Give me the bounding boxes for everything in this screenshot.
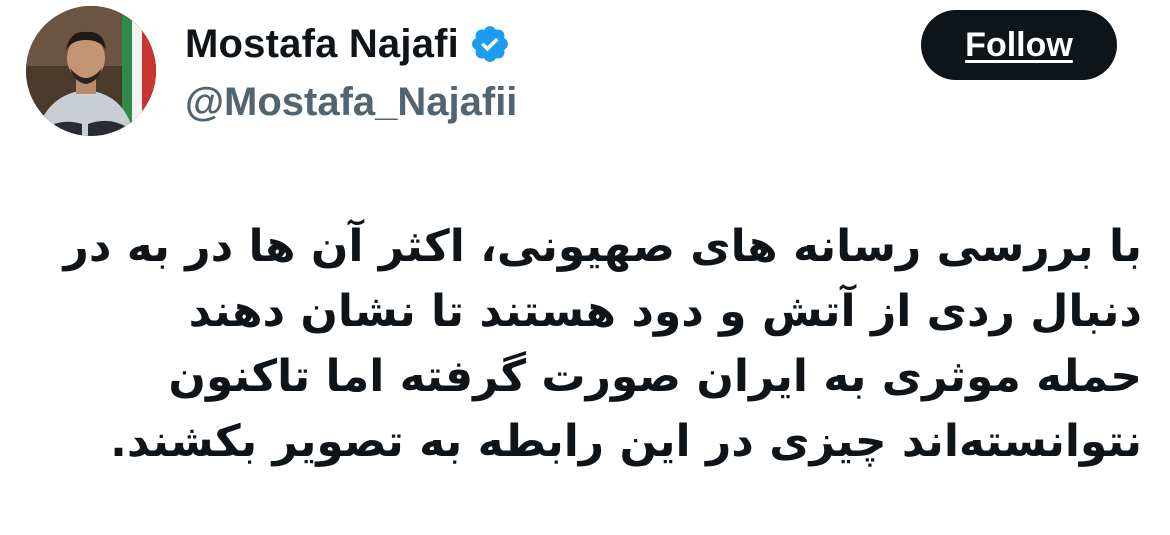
tweet-text-line: دنبال ردی از آتش و دود هستند تا نشان دهن… [188,286,1142,337]
author-handle[interactable]: @Mostafa_Najafii [185,74,517,130]
follow-button[interactable]: Follow [921,10,1117,80]
tweet-text-line: نتوانسته‌اند چیزی در این رابطه به تصویر … [110,416,1142,467]
tweet-text-line: حمله موثری به ایران صورت گرفته اما تاکنو… [168,351,1142,402]
author-name-row: Mostafa Najafi [185,16,517,72]
tweet-text: با بررسی رسانه های صهیونی، اکثر آن ها در… [60,214,1142,474]
author-identity: Mostafa Najafi @Mostafa_Najafii [185,16,517,130]
tweet-text-line: با بررسی رسانه های صهیونی، اکثر آن ها در… [63,221,1142,272]
tweet-card: Mostafa Najafi @Mostafa_Najafii Follow ب… [0,0,1170,535]
verified-badge-icon[interactable] [469,23,511,65]
avatar-photo-icon [26,6,156,136]
author-display-name[interactable]: Mostafa Najafi [185,16,459,72]
author-avatar[interactable] [26,6,156,136]
